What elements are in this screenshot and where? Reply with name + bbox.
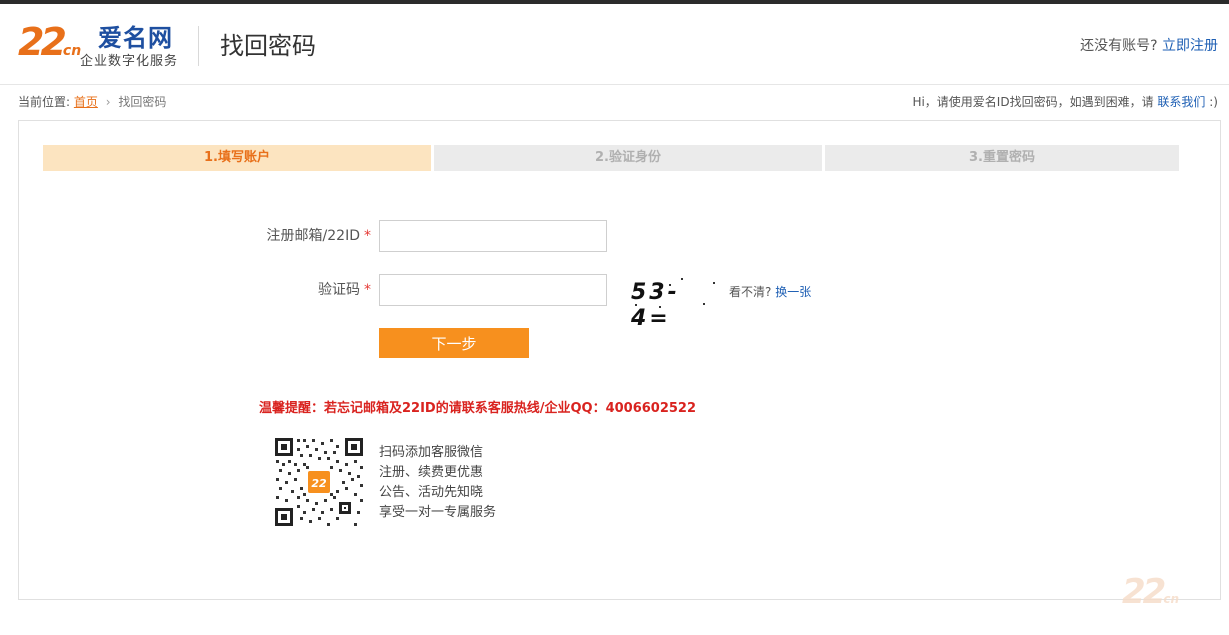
- breadcrumb: 当前位置: 首页 › 找回密码: [18, 94, 166, 110]
- breadcrumb-row: 当前位置: 首页 › 找回密码 Hi，请使用爱名ID找回密码，如遇到困难，请 联…: [18, 94, 1218, 110]
- captcha-image[interactable]: 53-4=: [629, 276, 719, 331]
- qr-line: 享受一对一专属服务: [379, 505, 497, 520]
- breadcrumb-home-link[interactable]: 首页: [74, 95, 98, 109]
- qr-description: 扫码添加客服微信 注册、续费更优惠 公告、活动先知晓 享受一对一专属服务: [379, 443, 496, 523]
- contact-us-link[interactable]: 联系我们: [1157, 95, 1205, 109]
- account-input[interactable]: [379, 220, 607, 252]
- header: 22cn 爱名网 企业数字化服务 找回密码 还没有账号? 立即注册: [0, 4, 1229, 85]
- warm-reminder: 温馨提醒：若忘记邮箱及22ID的请联系客服热线/企业QQ：4006602522: [259, 401, 697, 416]
- watermark-logo: 22cn: [1122, 572, 1179, 612]
- captcha-text: 53-4=: [631, 280, 680, 331]
- captcha-hint-text: 看不清?: [729, 285, 772, 299]
- logo-mark: 22cn: [18, 20, 82, 64]
- help-suffix: :): [1209, 95, 1218, 109]
- site-logo[interactable]: 22cn 爱名网 企业数字化服务: [18, 20, 183, 72]
- refresh-captcha-link[interactable]: 换一张: [775, 285, 811, 299]
- breadcrumb-prefix: 当前位置:: [18, 95, 71, 109]
- register-link[interactable]: 立即注册: [1162, 38, 1218, 54]
- qr-line: 注册、续费更优惠: [379, 465, 484, 480]
- step-verify-identity: 2.验证身份: [434, 145, 822, 171]
- no-account-text: 还没有账号?: [1080, 38, 1158, 54]
- logo-tagline: 企业数字化服务: [80, 54, 179, 69]
- qr-line: 扫码添加客服微信: [379, 445, 484, 460]
- help-message: Hi，请使用爱名ID找回密码，如遇到困难，请: [912, 95, 1154, 109]
- breadcrumb-current: 找回密码: [118, 95, 167, 109]
- progress-steps: 1.填写账户 2.验证身份 3.重置密码: [43, 145, 1179, 171]
- breadcrumb-separator: ›: [105, 95, 111, 109]
- qr-line: 公告、活动先知晓: [379, 485, 484, 500]
- captcha-input[interactable]: [379, 274, 607, 306]
- page-title: 找回密码: [220, 32, 316, 60]
- required-mark: *: [364, 228, 371, 244]
- recover-password-panel: 1.填写账户 2.验证身份 3.重置密码 注册邮箱/22ID * 验证码 * 53-…: [18, 120, 1221, 600]
- help-text: Hi，请使用爱名ID找回密码，如遇到困难，请 联系我们 :): [912, 94, 1218, 110]
- captcha-label: 验证码 *: [318, 282, 371, 298]
- qr-code-icon: 22: [274, 437, 364, 527]
- header-divider: [198, 26, 199, 66]
- logo-name: 爱名网: [98, 24, 173, 52]
- step-reset-password: 3.重置密码: [825, 145, 1179, 171]
- next-step-button[interactable]: 下一步: [379, 328, 529, 358]
- captcha-hint: 看不清? 换一张: [729, 284, 811, 300]
- svg-text:22: 22: [311, 477, 327, 490]
- step-fill-account: 1.填写账户: [43, 145, 431, 171]
- register-prompt: 还没有账号? 立即注册: [1080, 37, 1218, 55]
- account-label: 注册邮箱/22ID *: [266, 228, 371, 244]
- required-mark: *: [364, 282, 371, 298]
